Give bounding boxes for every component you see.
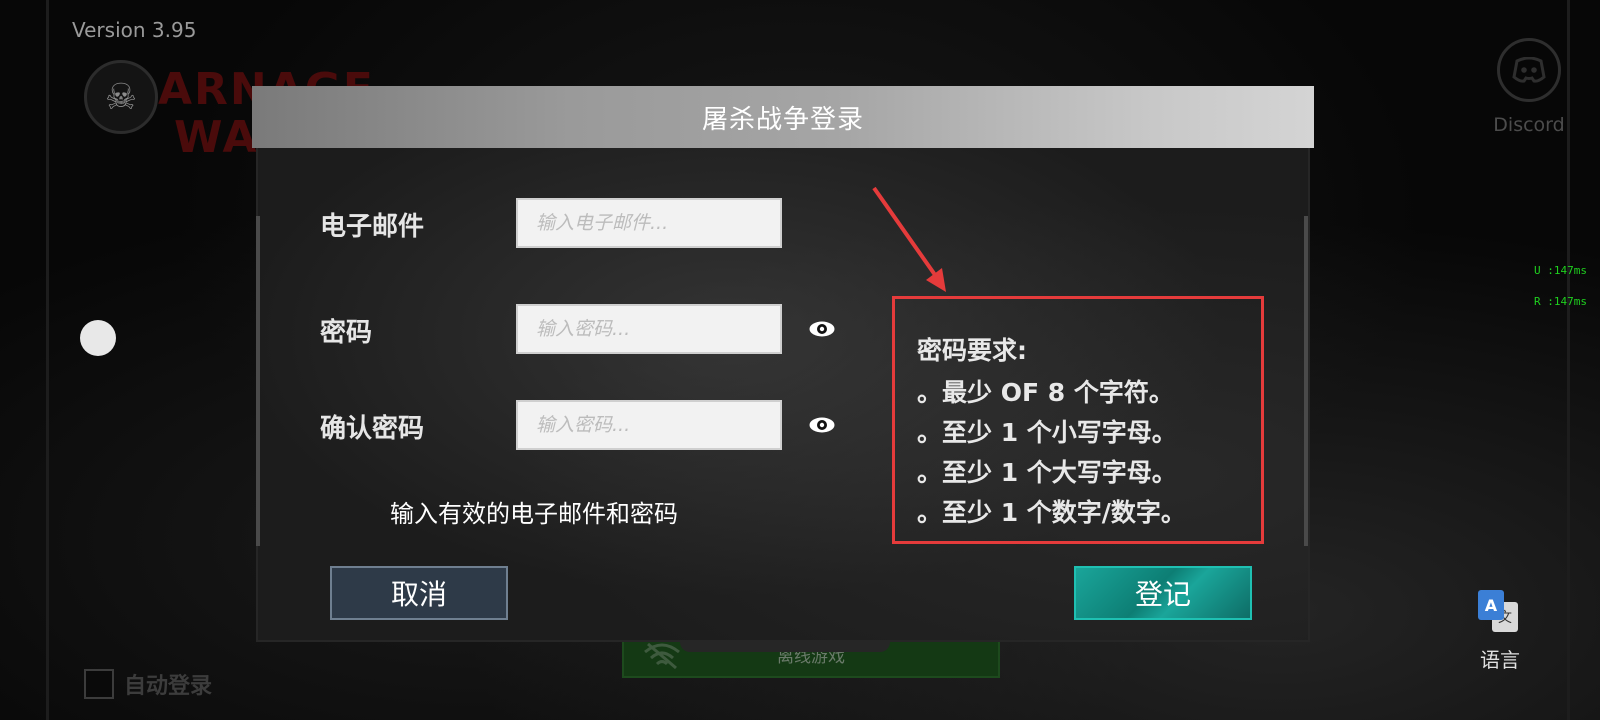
cancel-button[interactable]: 取消 [330,566,508,620]
email-field[interactable] [516,198,782,248]
language-label: 语言 [1480,648,1520,672]
password-requirements-box: 密码要求: 。最少 OF 8 个字符。 。至少 1 个小写字母。 。至少 1 个… [892,296,1264,544]
requirement-item: 。至少 1 个大写字母。 [917,458,1177,487]
requirements-title: 密码要求: [917,336,1027,365]
dialog-left-bar [256,216,260,546]
email-label: 电子邮件 [320,212,425,242]
password-field[interactable] [516,304,782,354]
confirm-password-label: 确认密码 [320,414,425,444]
auto-login-checkbox[interactable] [84,669,114,699]
dialog-title: 屠杀战争登录 [701,104,864,135]
latency-r: R :147ms [1534,295,1587,308]
language-button[interactable]: 文 A 语言 [1468,590,1532,673]
register-button-label: 登记 [1134,578,1191,611]
confirm-password-field[interactable] [516,400,782,450]
eye-icon[interactable] [808,416,836,434]
discord-button[interactable]: Discord [1464,38,1594,136]
discord-icon [1497,38,1561,102]
auto-login-toggle[interactable]: 自动登录 [84,668,212,700]
register-button[interactable]: 登记 [1074,566,1252,620]
password-label: 密码 [320,318,373,348]
eye-icon[interactable] [808,320,836,338]
dialog-bottom-notch [680,642,890,652]
translate-icon: 文 A [1478,590,1522,634]
wifi-icon [642,642,682,675]
left-frame-line [46,0,49,720]
version-label: Version 3.95 [72,18,197,42]
requirement-item: 。最少 OF 8 个字符。 [917,378,1174,407]
joystick-handle[interactable] [80,320,116,356]
dialog-right-bar [1304,216,1308,546]
annotation-arrow-icon [872,186,946,292]
logo-text-line2: WA [174,112,259,163]
latency-u: U :147ms [1534,264,1587,277]
discord-label: Discord [1493,114,1565,136]
skull-icon: ☠ [84,60,158,134]
cancel-button-label: 取消 [390,578,447,611]
requirement-item: 。至少 1 个数字/数字。 [917,498,1186,527]
auto-login-label: 自动登录 [124,674,213,699]
dialog-header: 屠杀战争登录 [252,86,1314,148]
requirement-item: 。至少 1 个小写字母。 [917,418,1177,447]
validation-hint: 输入有效的电子邮件和密码 [390,500,678,528]
login-dialog: 屠杀战争登录 电子邮件 密码 确认密码 输入有效的电子邮件和密码 密码要求: 。… [252,86,1314,652]
